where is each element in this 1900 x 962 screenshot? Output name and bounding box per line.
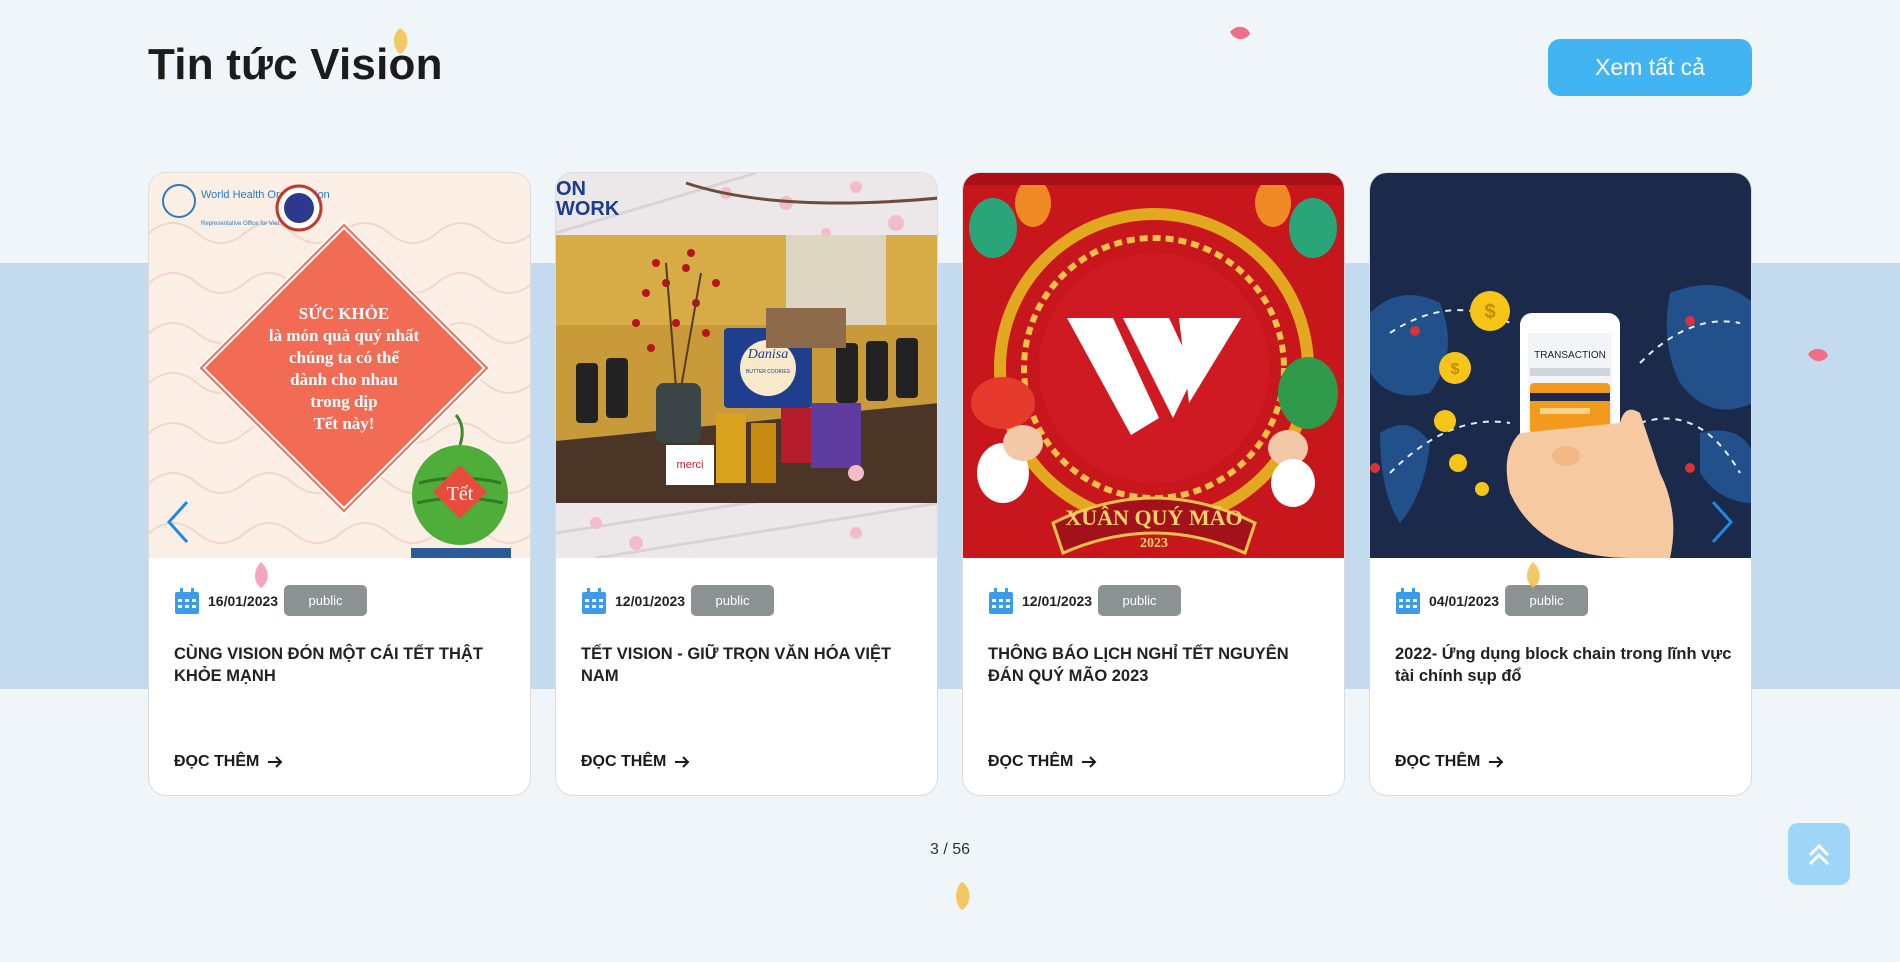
banner-text: XUÂN QUÝ MÃO: [1065, 505, 1242, 530]
petal-decoration: [1230, 26, 1250, 40]
corner-text: WORK: [556, 198, 620, 220]
screen-text: TRANSACTION: [1534, 350, 1606, 361]
post-date: 12/01/2023: [1022, 592, 1093, 609]
card-meta: 04/01/2023 public: [1395, 585, 1588, 616]
back-to-top-button[interactable]: [1788, 823, 1850, 885]
status-badge: public: [691, 585, 774, 616]
petal-decoration: [255, 562, 268, 588]
carousel-prev-icon[interactable]: [163, 500, 193, 544]
read-more-link[interactable]: ĐỌC THÊM: [174, 753, 283, 771]
arrow-right-icon: [675, 756, 690, 768]
card-title[interactable]: CÙNG VISION ĐÓN MỘT CÁI TẾT THẬT KHỎE MẠ…: [174, 643, 514, 687]
read-more-label: ĐỌC THÊM: [174, 753, 260, 770]
poster-line: là món quà quý nhất: [269, 326, 420, 345]
card-title[interactable]: THÔNG BÁO LỊCH NGHỈ TẾT NGUYÊN ĐÁN QUÝ M…: [988, 643, 1328, 687]
card-meta: 12/01/2023 public: [988, 585, 1181, 616]
view-all-button[interactable]: Xem tất cả: [1548, 39, 1752, 96]
news-card[interactable]: $ $ TRANSACTION 04/01/2023 public 2022- Ứ…: [1369, 172, 1752, 796]
box-text: merci: [677, 459, 704, 471]
corner-text: ON: [556, 178, 586, 200]
svg-text:$: $: [1451, 361, 1460, 378]
news-thumbnail[interactable]: XUÂN QUÝ MÃO 2023: [963, 173, 1344, 558]
news-card[interactable]: World Health Organization Representative…: [148, 172, 531, 796]
double-chevron-up-icon: [1808, 843, 1830, 866]
svg-text:$: $: [1484, 301, 1495, 323]
poster-line: Tết này!: [314, 414, 375, 433]
calendar-icon: [175, 587, 199, 614]
tet-tag-text: Tết: [447, 483, 474, 505]
poster-line: SỨC KHỎE: [299, 304, 390, 323]
poster-line: dành cho nhau: [290, 370, 398, 389]
calendar-icon: [582, 587, 606, 614]
poster-line: chúng ta có thể: [289, 348, 399, 367]
banner-year: 2023: [1140, 536, 1168, 551]
news-card[interactable]: ON WORK Danisa BUTTER COOKIES merci 12/0…: [555, 172, 938, 796]
read-more-label: ĐỌC THÊM: [1395, 753, 1481, 770]
calendar-icon: [989, 587, 1013, 614]
arrow-right-icon: [268, 756, 283, 768]
arrow-right-icon: [1489, 756, 1504, 768]
read-more-link[interactable]: ĐỌC THÊM: [581, 753, 690, 771]
card-meta: 12/01/2023 public: [581, 585, 774, 616]
arrow-right-icon: [1082, 756, 1097, 768]
news-thumbnail[interactable]: ON WORK Danisa BUTTER COOKIES merci: [556, 173, 937, 558]
carousel-next-icon[interactable]: [1707, 500, 1737, 544]
calendar-icon: [1396, 587, 1420, 614]
post-date: 12/01/2023: [615, 592, 686, 609]
petal-decoration: [1527, 562, 1540, 588]
org-sub-text: Representative Office for Viet Nam: [201, 221, 294, 227]
read-more-label: ĐỌC THÊM: [581, 753, 667, 770]
poster-line: trong dịp: [310, 392, 377, 411]
news-thumbnail[interactable]: $ $ TRANSACTION: [1370, 173, 1751, 558]
status-badge: public: [1505, 585, 1588, 616]
post-date: 04/01/2023: [1429, 592, 1500, 609]
petal-decoration: [394, 28, 408, 54]
brand-sub-text: BUTTER COOKIES: [746, 369, 791, 375]
news-card[interactable]: XUÂN QUÝ MÃO 2023 12/01/2023 public THÔN…: [962, 172, 1345, 796]
brand-text: Danisa: [747, 347, 788, 362]
petal-decoration: [1808, 348, 1828, 362]
pagination-indicator: 3 / 56: [929, 841, 971, 858]
status-badge: public: [284, 585, 367, 616]
read-more-label: ĐỌC THÊM: [988, 753, 1074, 770]
post-date: 16/01/2023: [208, 592, 279, 609]
status-badge: public: [1098, 585, 1181, 616]
news-thumbnail[interactable]: World Health Organization Representative…: [149, 173, 530, 558]
read-more-link[interactable]: ĐỌC THÊM: [988, 753, 1097, 771]
card-title[interactable]: TẾT VISION - GIỮ TRỌN VĂN HÓA VIỆT NAM: [581, 643, 921, 687]
petal-decoration: [956, 882, 970, 910]
card-title[interactable]: 2022- Ứng dụng block chain trong lĩnh vự…: [1395, 643, 1735, 687]
read-more-link[interactable]: ĐỌC THÊM: [1395, 753, 1504, 771]
